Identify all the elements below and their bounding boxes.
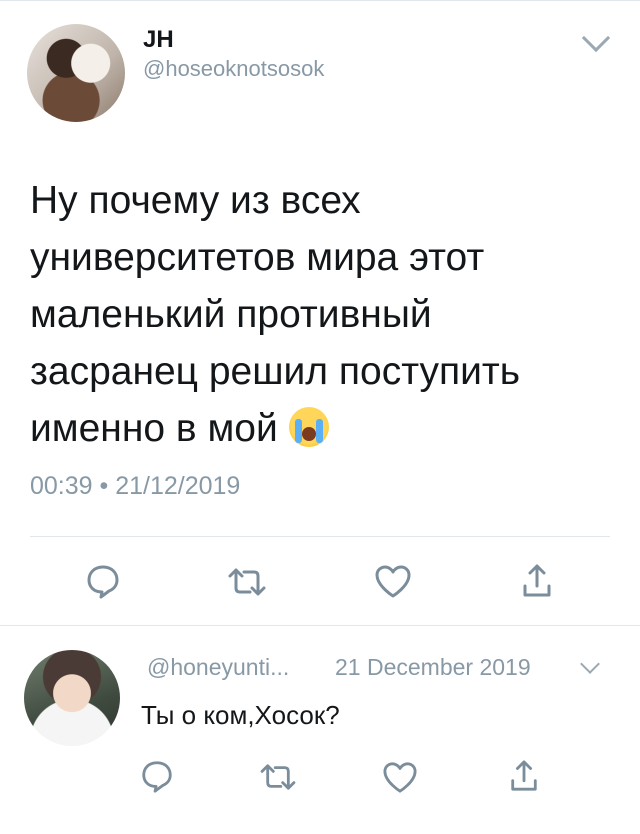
- reply-button[interactable]: [139, 758, 175, 794]
- heart-icon: [383, 762, 417, 793]
- crying-face-emoji-icon: [288, 407, 329, 447]
- reply-date[interactable]: 21 December 2019: [335, 654, 531, 681]
- retweet-button[interactable]: [258, 762, 298, 792]
- emoji-mouth: [301, 427, 316, 441]
- retweet-icon: [228, 568, 266, 596]
- tweet-timestamp[interactable]: 00:39 • 21/12/2019: [30, 472, 240, 501]
- comment-icon: [142, 761, 172, 793]
- heart-icon: [375, 565, 411, 598]
- share-button[interactable]: [508, 758, 540, 794]
- like-button[interactable]: [381, 760, 419, 794]
- reply-avatar[interactable]: [24, 650, 120, 746]
- author-name[interactable]: JH: [143, 26, 174, 54]
- tweet-text-last-line: именно в мой: [30, 400, 590, 457]
- top-border: [0, 0, 640, 1]
- comment-icon: [87, 565, 119, 599]
- tweet-text: Ну почему из всех университетов мира это…: [30, 172, 590, 457]
- reply-text: Ты о ком,Хосок?: [141, 700, 340, 730]
- author-handle[interactable]: @hoseoknotsosok: [143, 56, 324, 82]
- tweet-text-line: засранец решил поступить: [30, 350, 521, 393]
- chevron-down-icon[interactable]: [580, 654, 600, 674]
- share-icon: [511, 760, 537, 791]
- divider: [30, 536, 610, 537]
- share-button[interactable]: [520, 562, 554, 600]
- author-avatar[interactable]: [27, 24, 125, 122]
- tweet-text-line: университетов мира этот: [30, 236, 485, 279]
- tweet-text-line: именно в мой: [30, 407, 278, 450]
- tweet-text-line: Ну почему из всех: [30, 179, 361, 222]
- retweet-button[interactable]: [226, 566, 268, 598]
- reply-handle[interactable]: @honeyunti...: [147, 654, 289, 681]
- like-button[interactable]: [373, 563, 413, 599]
- share-icon: [523, 564, 551, 597]
- reply-button[interactable]: [84, 562, 122, 600]
- divider: [0, 625, 640, 626]
- chevron-down-icon[interactable]: [581, 23, 611, 53]
- tweet-text-line: маленький противный: [30, 293, 432, 336]
- retweet-icon: [260, 764, 296, 790]
